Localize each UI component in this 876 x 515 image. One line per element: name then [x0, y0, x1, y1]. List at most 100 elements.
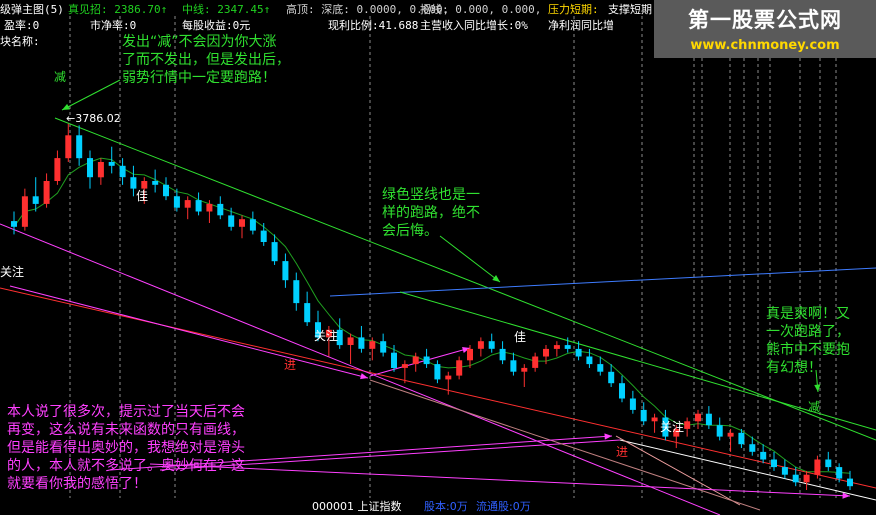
trend-line — [615, 435, 741, 506]
signal-jia-1: 佳 — [136, 189, 149, 203]
candle-body — [695, 413, 701, 422]
candle-body — [21, 196, 28, 227]
candle-body — [76, 135, 83, 159]
header-row2-item: 市净率:0 — [90, 19, 137, 32]
candle-body — [434, 364, 441, 380]
site-logo: 第一股票公式网 www.chnmoney.com — [654, 0, 876, 58]
candle-body — [65, 135, 72, 159]
candle-body — [249, 219, 256, 231]
high-price-label: ←3786.02 — [66, 112, 121, 125]
candle-body — [304, 303, 311, 323]
candle-body — [847, 478, 853, 487]
candle-body — [369, 341, 376, 349]
signal-guanzhu-2: 关注 — [314, 329, 339, 343]
candle-body — [781, 467, 788, 475]
candle-body — [87, 158, 93, 178]
block-name-label: 块名称: — [0, 35, 40, 48]
candle-body — [380, 341, 387, 353]
candle-body — [684, 421, 691, 429]
candle-body — [456, 360, 463, 376]
header-row1-item: 支撑短期 — [608, 3, 652, 16]
footer-security: 000001 上证指数 — [312, 500, 402, 513]
candle-body — [499, 348, 506, 361]
signal-jian-1: 减 — [54, 70, 67, 84]
candle-body — [239, 219, 245, 227]
header-row2-item: 净利润同比增 — [548, 19, 614, 32]
arrow-head — [604, 433, 612, 440]
candle-body — [575, 348, 582, 357]
candle-body — [445, 375, 452, 380]
arrow-head — [360, 373, 368, 380]
candle-body — [11, 221, 17, 227]
candle-body — [412, 356, 419, 365]
trend-line — [54, 117, 876, 441]
signal-jian-2: 减 — [808, 400, 821, 414]
arrow-head — [492, 275, 500, 282]
header-indicator-name: 级弹主图(5) — [0, 3, 64, 16]
candle-body — [293, 280, 300, 304]
candle-body — [184, 200, 191, 208]
candle-body — [32, 196, 39, 204]
candle-body — [108, 162, 115, 166]
header-row1-item: 压力短期: — [548, 3, 599, 16]
candle-body — [97, 162, 104, 178]
candle-body — [358, 337, 365, 349]
candle-body — [54, 158, 61, 181]
candle-body — [629, 398, 636, 410]
header-row1-item: 中线: 2347.45↑ — [182, 3, 271, 16]
signal-jin-1: 进 — [284, 358, 297, 372]
candle-body — [152, 181, 159, 185]
candle-body — [532, 356, 539, 368]
candle-body — [488, 341, 495, 349]
candle-body — [217, 203, 224, 216]
logo-url: www.chnmoney.com — [690, 38, 840, 53]
candle-body — [640, 409, 647, 422]
annotation-left: 本人说了很多次，提示过了当天后不会 再变，这么说有未来函数的只有画线， 但是能看… — [7, 404, 245, 492]
candle-body — [825, 459, 832, 468]
candle-body — [803, 474, 810, 483]
candle-body — [477, 341, 484, 349]
annotation-arrow — [61, 79, 121, 111]
footer-liutong: 流通股:0万 — [476, 500, 531, 513]
annotation-right: 真是爽啊！又 一次跑路了， 熊市中不要抱 有幻想！ — [766, 306, 850, 376]
candle-body — [597, 364, 604, 372]
candle-body — [521, 367, 528, 372]
header-row2-item: 现利比例:41.688 — [328, 19, 419, 32]
candle-body — [705, 413, 712, 426]
candle-body — [651, 417, 658, 422]
candle-body — [771, 459, 777, 468]
header-row2-item: 每股收益:0元 — [182, 19, 251, 32]
candle-body — [163, 184, 169, 197]
candle-body — [173, 196, 180, 208]
candle-body — [727, 432, 734, 437]
signal-guanzhu-1: 关注 — [0, 265, 25, 279]
candle-body — [347, 337, 354, 345]
candle-body — [716, 425, 723, 437]
annotation-top: 发出“减”不会因为你大涨 了而不发出，但是发出后， 弱势行情中一定要跑路！ — [122, 34, 290, 86]
footer-guben: 股本:0万 — [424, 500, 468, 513]
candle-body — [391, 352, 397, 368]
candle-body — [792, 474, 799, 483]
candle-body — [401, 364, 408, 368]
annotation-middle: 绿色竖线也是一 样的跑路，绝不 会后悔。 — [382, 187, 480, 239]
header-row2-item: 盈率:0 — [4, 19, 40, 32]
candle-body — [814, 459, 821, 475]
candle-body — [543, 348, 549, 357]
header-row1-item: 真见招: 2386.70↑ — [68, 3, 168, 16]
candle-body — [228, 215, 235, 227]
candle-body — [260, 230, 267, 242]
header-row1-item: 招线: 0.000, 0.000, — [420, 3, 542, 16]
signal-jia-2: 佳 — [514, 330, 527, 344]
candle-body — [195, 200, 202, 212]
candle-body — [119, 165, 126, 178]
signal-guanzhu-3: 关注 — [660, 420, 685, 434]
candle-body — [760, 451, 767, 460]
candle-body — [271, 242, 278, 262]
candle-body — [467, 348, 473, 361]
header-row2-item: 主营收入同比增长:0% — [420, 19, 528, 32]
candle-body — [738, 432, 745, 445]
candle-body — [608, 371, 615, 384]
candle-body — [564, 345, 571, 349]
candle-body — [43, 181, 50, 204]
candle-body — [423, 356, 430, 365]
